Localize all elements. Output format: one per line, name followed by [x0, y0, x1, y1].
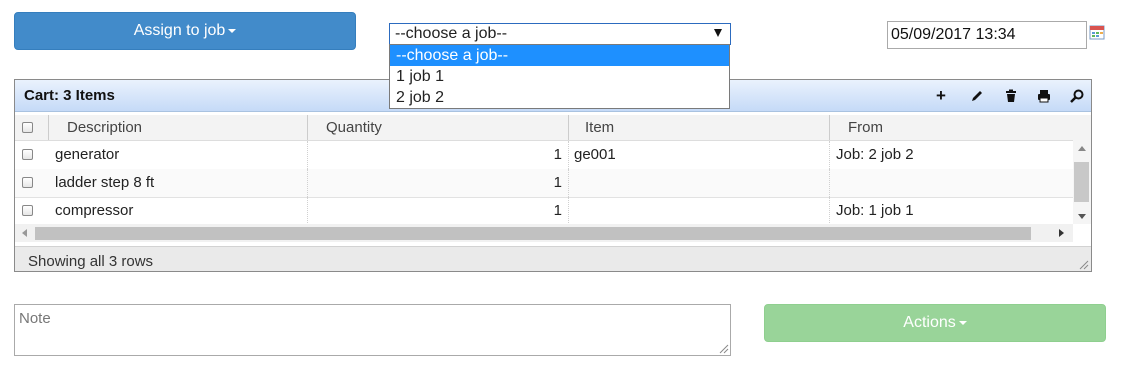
- caret-down-icon: [228, 28, 237, 33]
- calendar-icon[interactable]: [1089, 24, 1105, 40]
- search-icon[interactable]: [1069, 88, 1085, 104]
- cell-item: ge001: [569, 141, 830, 169]
- assign-to-job-label: Assign to job: [133, 22, 226, 39]
- row-checkbox[interactable]: [22, 205, 33, 216]
- column-header-item[interactable]: Item: [569, 115, 830, 140]
- date-time-input[interactable]: 05/09/2017 13:34: [887, 21, 1087, 49]
- assign-to-job-button[interactable]: Assign to job: [14, 12, 356, 50]
- row-checkbox[interactable]: [22, 149, 33, 160]
- row-count-text: Showing all 3 rows: [28, 253, 154, 270]
- resize-grip-icon[interactable]: [1079, 260, 1089, 270]
- cell-item: [569, 197, 830, 225]
- cell-description: generator: [49, 141, 308, 169]
- column-header-from[interactable]: From: [830, 115, 1091, 140]
- cell-from: Job: 2 job 2: [836, 146, 914, 163]
- cell-from: [830, 169, 1073, 197]
- add-icon[interactable]: +: [933, 87, 949, 104]
- table-row[interactable]: compressor 1 Job: 1 job 1: [15, 197, 1073, 225]
- job-option[interactable]: 2 job 2: [390, 87, 729, 108]
- cell-description: ladder step 8 ft: [49, 169, 308, 197]
- note-textarea[interactable]: Note: [14, 304, 731, 356]
- actions-label: Actions: [903, 314, 956, 331]
- column-header-quantity[interactable]: Quantity: [308, 115, 569, 140]
- grid-footer: Showing all 3 rows: [15, 246, 1091, 271]
- edit-icon[interactable]: [969, 88, 985, 104]
- actions-button[interactable]: Actions: [764, 304, 1106, 342]
- horizontal-scroll-thumb[interactable]: [35, 227, 1031, 240]
- select-all-checkbox[interactable]: [22, 122, 33, 133]
- cell-from: Job: 1 job 1: [836, 202, 914, 219]
- job-dropdown-list: --choose a job-- 1 job 1 2 job 2: [389, 44, 730, 109]
- job-option[interactable]: 1 job 1: [390, 66, 729, 87]
- scroll-down-icon[interactable]: [1078, 214, 1086, 219]
- row-checkbox[interactable]: [22, 177, 33, 188]
- table-row[interactable]: generator 1 ge001 Job: 2 job 2: [15, 141, 1073, 170]
- cell-item: [569, 169, 830, 197]
- horizontal-scrollbar[interactable]: [15, 224, 1073, 242]
- cell-quantity: 1: [308, 169, 569, 197]
- select-all-cell: [15, 115, 49, 140]
- print-icon[interactable]: [1036, 88, 1052, 104]
- column-header-row: Description Quantity Item From: [15, 115, 1091, 141]
- textarea-resize-icon[interactable]: [719, 344, 729, 354]
- cart-title: Cart: 3 Items: [24, 87, 115, 104]
- scroll-up-icon[interactable]: [1078, 146, 1086, 151]
- job-select[interactable]: --choose a job--: [389, 23, 731, 45]
- scroll-right-icon[interactable]: [1059, 229, 1064, 237]
- cell-description: compressor: [49, 197, 308, 225]
- scroll-left-icon[interactable]: [22, 229, 27, 237]
- vertical-scroll-thumb[interactable]: [1074, 162, 1089, 202]
- cell-quantity: 1: [308, 197, 569, 225]
- column-header-description[interactable]: Description: [49, 115, 308, 140]
- dropdown-arrow-icon: [714, 29, 722, 37]
- table-row[interactable]: ladder step 8 ft 1: [15, 169, 1073, 198]
- job-option[interactable]: --choose a job--: [390, 45, 729, 66]
- caret-down-icon: [958, 320, 967, 325]
- cell-quantity: 1: [308, 141, 569, 169]
- delete-icon[interactable]: [1003, 88, 1019, 104]
- vertical-scrollbar[interactable]: [1073, 140, 1091, 224]
- job-select-value: --choose a job--: [395, 25, 508, 42]
